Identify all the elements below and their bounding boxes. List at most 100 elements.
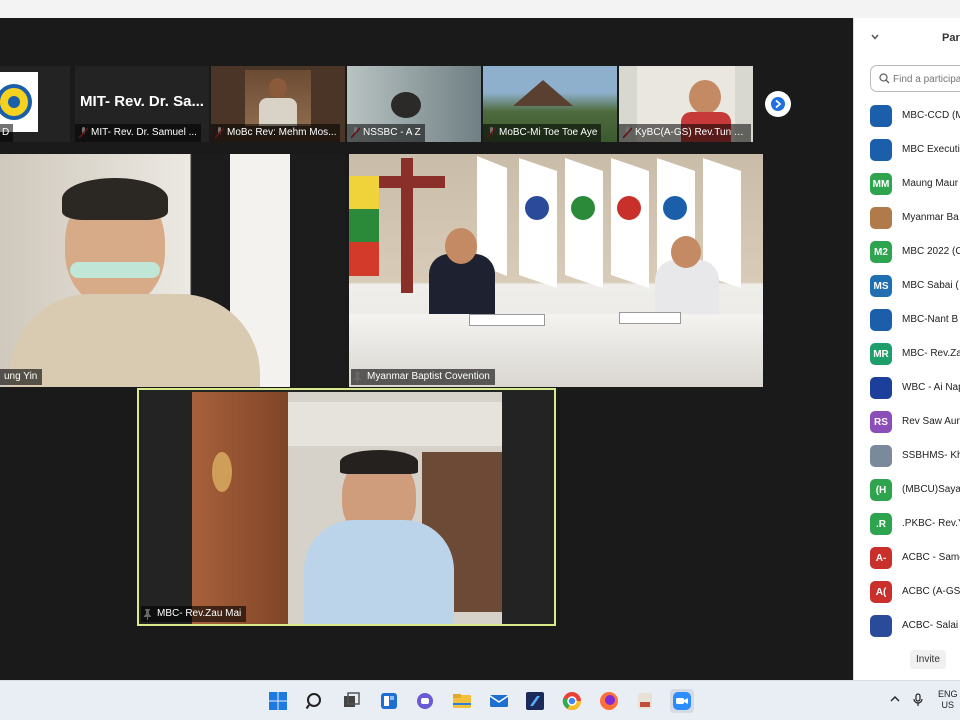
participant-row[interactable]: MS MBC Sabai ( xyxy=(854,270,960,304)
search-icon xyxy=(879,73,890,84)
thumbnail-participant-6[interactable]: KyBC(A-GS) Rev.Tun T... xyxy=(619,66,753,142)
participant-row[interactable]: WBC - Ai Nap xyxy=(854,372,960,406)
invite-button[interactable]: Invite xyxy=(910,650,946,669)
chevron-right-icon xyxy=(771,97,785,111)
language-indicator[interactable]: ENG US xyxy=(938,689,958,711)
participant-row[interactable]: A- ACBC - Samc xyxy=(854,542,960,576)
thumbnail-name: MIT- Rev. Dr. Samuel ... xyxy=(75,124,201,142)
participant-name: MBC Executi xyxy=(902,144,960,155)
participant-avatar: .R xyxy=(870,513,892,535)
thumbnail-participant-1[interactable]: D xyxy=(0,66,70,142)
participant-avatar: A- xyxy=(870,547,892,569)
participant-avatar: MS xyxy=(870,275,892,297)
thumbnail-name: MoBC-Mi Toe Toe Aye xyxy=(483,124,602,142)
participant-avatar xyxy=(870,207,892,229)
participant-row[interactable]: MBC Executi xyxy=(854,134,960,168)
participant-row[interactable]: MM Maung Maur xyxy=(854,168,960,202)
participant-name-label: ung Yin xyxy=(0,369,43,385)
search-icon[interactable] xyxy=(303,689,327,713)
participant-name-label: Myanmar Baptist Covention xyxy=(351,369,495,385)
participant-row[interactable]: M2 MBC 2022 (C xyxy=(854,236,960,270)
video-tile-main[interactable]: Myanmar Baptist Covention xyxy=(349,154,763,387)
thumbnail-name: D xyxy=(0,124,14,142)
panel-title: Par xyxy=(942,32,960,44)
thumbnail-participant-4[interactable]: NSSBC - A Z xyxy=(347,66,481,142)
participant-row[interactable]: SSBHMS- Kh xyxy=(854,440,960,474)
video-tile-left[interactable]: ung Yin xyxy=(0,154,345,387)
participant-row[interactable]: A(ACBC (A-GS) xyxy=(854,576,960,610)
participant-name: ACBC - Samc xyxy=(902,552,960,563)
participant-avatar: MM xyxy=(870,173,892,195)
show-hidden-icons-icon[interactable] xyxy=(889,693,901,708)
participant-name: MBC Sabai ( xyxy=(902,280,959,291)
microphone-icon[interactable] xyxy=(912,693,924,710)
participant-row[interactable]: ACBC- Salai xyxy=(854,610,960,644)
collapse-chevron-icon[interactable] xyxy=(870,32,880,45)
firefox-icon[interactable] xyxy=(597,689,621,713)
thumbnail-participant-3[interactable]: MoBc Rev: Mehm Mos... xyxy=(211,66,345,142)
participant-name: MBC 2022 (C xyxy=(902,246,960,257)
mail-icon[interactable] xyxy=(487,689,511,713)
language-code: ENG xyxy=(938,689,958,699)
participant-name-label: MBC- Rev.Zau Mai xyxy=(141,606,247,622)
participant-avatar: A( xyxy=(870,581,892,603)
participant-name: MBC-Nant B xyxy=(902,314,959,325)
region-code: US xyxy=(941,700,955,710)
thumbnail-display-name: MIT- Rev. Dr. Sa... xyxy=(80,93,204,110)
org-logo xyxy=(0,72,38,132)
app-icon[interactable] xyxy=(523,689,547,713)
participant-name: WBC - Ai Nap xyxy=(902,382,960,393)
participant-avatar xyxy=(870,615,892,637)
participant-avatar: M2 xyxy=(870,241,892,263)
participant-avatar xyxy=(870,309,892,331)
thumbnail-name: KyBC(A-GS) Rev.Tun T... xyxy=(619,124,751,142)
task-view-icon[interactable] xyxy=(340,689,364,713)
participant-avatar: (H xyxy=(870,479,892,501)
participant-search[interactable] xyxy=(870,65,960,92)
participant-name: .PKBC- Rev.Y xyxy=(902,518,960,529)
app-icon-2[interactable] xyxy=(633,689,657,713)
participant-row[interactable]: RS Rev Saw Aur xyxy=(854,406,960,440)
search-input[interactable] xyxy=(893,70,960,88)
participant-name: SSBHMS- Kh xyxy=(902,450,960,461)
chrome-icon[interactable] xyxy=(560,689,584,713)
video-tile-active-speaker[interactable]: MBC- Rev.Zau Mai xyxy=(137,388,556,626)
windows-taskbar: ENG US xyxy=(0,680,960,720)
video-gallery: D MIT- Rev. Dr. Sa... MIT- Rev. Dr. Samu… xyxy=(0,18,853,680)
participant-avatar xyxy=(870,377,892,399)
participant-name: MBC- Rev.Za xyxy=(902,348,960,359)
thumbnail-participant-2[interactable]: MIT- Rev. Dr. Sa... MIT- Rev. Dr. Samuel… xyxy=(75,66,209,142)
participant-name: ACBC- Salai xyxy=(902,620,959,631)
chat-icon[interactable] xyxy=(413,689,437,713)
participant-list: MBC-CCD (M MBC Executi MM Maung Maur Myanmar… xyxy=(854,100,960,644)
participant-video xyxy=(0,154,345,387)
participant-row[interactable]: MBC-CCD (M xyxy=(854,100,960,134)
participant-video xyxy=(192,392,502,624)
participant-name: Rev Saw Aur xyxy=(902,416,960,427)
zoom-app-icon[interactable] xyxy=(670,689,694,713)
participant-avatar xyxy=(870,139,892,161)
participant-name: MBC-CCD (M xyxy=(902,110,960,121)
participant-avatar xyxy=(870,445,892,467)
participant-name: (MBCU)Saya xyxy=(902,484,960,495)
participant-row[interactable]: .R .PKBC- Rev.Y xyxy=(854,508,960,542)
thumbnail-name: NSSBC - A Z xyxy=(347,124,425,142)
start-icon[interactable] xyxy=(266,689,290,713)
window-top-bar xyxy=(0,0,960,18)
participants-panel: Par MBC-CCD (M MBC Executi MM Maung Maur Mya… xyxy=(853,18,960,680)
participant-row[interactable]: MBC-Nant B xyxy=(854,304,960,338)
thumbnail-participant-5[interactable]: MoBC-Mi Toe Toe Aye xyxy=(483,66,617,142)
participant-row[interactable]: MR MBC- Rev.Za xyxy=(854,338,960,372)
file-explorer-icon[interactable] xyxy=(450,689,474,713)
thumbnail-name: MoBc Rev: Mehm Mos... xyxy=(211,124,341,142)
next-page-button[interactable] xyxy=(765,91,791,117)
participant-row[interactable]: Myanmar Ba xyxy=(854,202,960,236)
participant-avatar xyxy=(870,105,892,127)
participant-avatar: RS xyxy=(870,411,892,433)
participant-name: Myanmar Ba xyxy=(902,212,959,223)
participant-row[interactable]: (H (MBCU)Saya xyxy=(854,474,960,508)
participant-video xyxy=(245,70,311,126)
widgets-icon[interactable] xyxy=(377,689,401,713)
participant-video xyxy=(349,154,763,387)
participant-name: Maung Maur xyxy=(902,178,959,189)
